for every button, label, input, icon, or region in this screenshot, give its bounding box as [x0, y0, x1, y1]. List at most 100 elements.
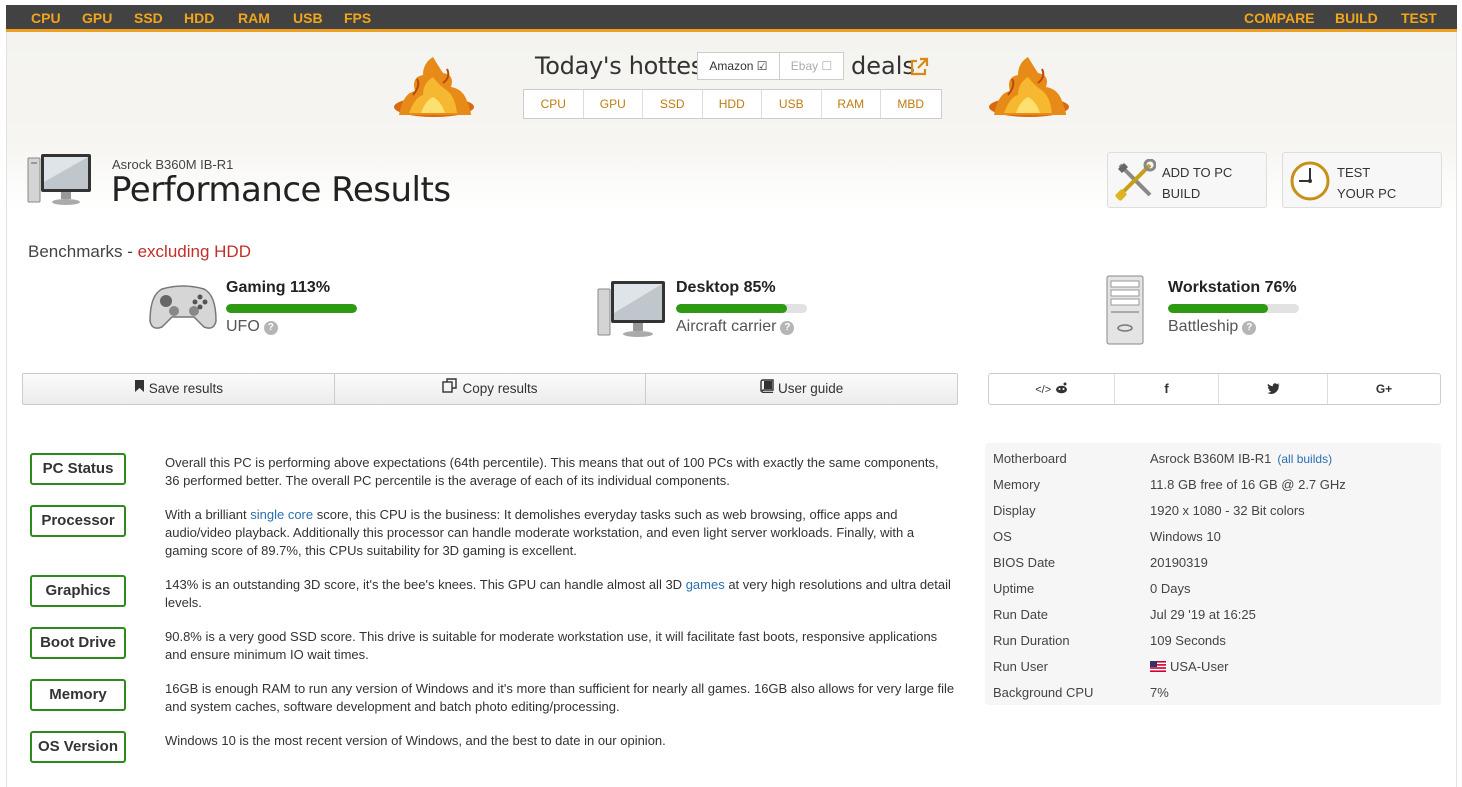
facebook-icon: f — [1164, 381, 1169, 396]
games-link[interactable]: games — [686, 577, 725, 592]
save-results-button[interactable]: Save results — [23, 374, 335, 404]
spec-value: 0 Days — [1150, 581, 1191, 596]
help-icon[interactable]: ? — [263, 321, 278, 335]
desktop-bar-fill — [676, 304, 788, 313]
deal-tab-mbd[interactable]: MBD — [881, 90, 941, 118]
graphics-tag[interactable]: Graphics — [30, 575, 126, 607]
deal-tab-ssd[interactable]: SSD — [643, 90, 703, 118]
memory-text: 16GB is enough RAM to run any version of… — [165, 681, 955, 714]
help-icon[interactable]: ? — [1242, 321, 1257, 335]
twitter-icon — [1266, 383, 1279, 394]
spec-value: 109 Seconds — [1150, 633, 1226, 648]
memory-tag[interactable]: Memory — [30, 679, 126, 711]
spec-key: Run Date — [993, 607, 1048, 622]
all-builds-link[interactable]: (all builds) — [1277, 452, 1332, 466]
deal-category-tabs: CPU GPU SSD HDD USB RAM MBD — [523, 89, 942, 119]
os-version-text: Windows 10 is the most recent version of… — [165, 733, 666, 748]
graphics-text-a: 143% is an outstanding 3D score, it's th… — [165, 577, 686, 592]
nav-ssd[interactable]: SSD — [134, 10, 163, 26]
test-your-pc-button[interactable]: TEST YOUR PC — [1282, 152, 1442, 208]
add-btn-line1: ADD TO PC — [1162, 165, 1233, 180]
help-icon[interactable]: ? — [780, 321, 795, 335]
workstation-score: Workstation 76% — [1168, 279, 1297, 296]
pc-status-tag[interactable]: PC Status — [30, 453, 126, 485]
user-guide-button[interactable]: User guide — [646, 374, 957, 404]
tools-icon — [1115, 159, 1156, 201]
benchmarks-heading: Benchmarks - excluding HDD — [28, 242, 251, 262]
nav-gpu[interactable]: GPU — [82, 10, 112, 26]
nav-usb[interactable]: USB — [293, 10, 323, 26]
share-google-plus-button[interactable]: G+ — [1328, 374, 1440, 404]
share-embed-reddit-button[interactable]: </> — [989, 374, 1115, 404]
amazon-label: Amazon — [709, 59, 754, 73]
processor-tag[interactable]: Processor — [30, 505, 126, 537]
book-icon — [760, 374, 774, 404]
deal-tab-ram[interactable]: RAM — [822, 90, 881, 118]
graphics-text: 143% is an outstanding 3D score, it's th… — [165, 576, 955, 612]
page-title: Performance Results — [111, 170, 451, 210]
flame-icon — [989, 57, 1069, 117]
deal-tab-usb[interactable]: USB — [762, 90, 822, 118]
deal-tab-cpu[interactable]: CPU — [524, 90, 584, 118]
nav-build[interactable]: BUILD — [1335, 10, 1378, 26]
clock-icon — [1290, 161, 1330, 201]
top-nav: CPU GPU SSD HDD RAM USB FPS COMPARE BUIL… — [6, 5, 1457, 32]
deals-title: Today's hottest — [535, 52, 713, 80]
bookmark-icon — [134, 374, 145, 404]
gamepad-icon — [149, 285, 217, 329]
spec-value: 20190319 — [1150, 555, 1208, 570]
add-to-pc-build-button[interactable]: ADD TO PC BUILD — [1107, 152, 1267, 208]
pc-status-text: Overall this PC is performing above expe… — [165, 455, 939, 488]
spec-key: BIOS Date — [993, 555, 1056, 570]
gaming-bar-fill — [226, 304, 357, 313]
deal-tab-hdd[interactable]: HDD — [703, 90, 762, 118]
workstation-rank-label: Battleship — [1168, 318, 1239, 335]
flame-icon — [394, 57, 474, 117]
copy-results-button[interactable]: Copy results — [335, 374, 647, 404]
workstation-tower-icon — [1106, 275, 1144, 345]
results-toolbar: Save results Copy results User guide — [22, 373, 958, 405]
checkbox-checked-icon: ☑ — [756, 59, 768, 73]
test-btn-line1: TEST — [1337, 165, 1371, 180]
boot-drive-tag[interactable]: Boot Drive — [30, 627, 126, 659]
user-guide-label: User guide — [778, 381, 844, 396]
nav-test[interactable]: TEST — [1401, 10, 1437, 26]
spec-value: USA-User — [1150, 659, 1229, 674]
spec-value: Windows 10 — [1150, 529, 1221, 544]
deal-tab-gpu[interactable]: GPU — [584, 90, 643, 118]
os-version-tag[interactable]: OS Version — [30, 731, 126, 763]
nav-cpu[interactable]: CPU — [31, 10, 61, 26]
motherboard-value: Asrock B360M IB-R1 — [1150, 451, 1272, 466]
external-link-icon[interactable] — [909, 57, 929, 77]
spec-key: Background CPU — [993, 685, 1094, 700]
processor-text-a: With a brilliant — [165, 507, 251, 522]
spec-key: Run User — [993, 659, 1048, 674]
ebay-label: Ebay — [790, 59, 819, 73]
spec-key: Display — [993, 503, 1036, 518]
share-buttons: </> f G+ — [988, 373, 1441, 405]
processor-text: With a brilliant single core score, this… — [165, 506, 955, 560]
spec-value: Jul 29 '19 at 16:25 — [1150, 607, 1256, 622]
single-core-link[interactable]: single core — [250, 507, 313, 522]
run-user-value: USA-User — [1170, 659, 1229, 674]
spec-key: Motherboard — [993, 451, 1067, 466]
us-flag-icon — [1150, 661, 1166, 672]
nav-ram[interactable]: RAM — [238, 10, 270, 26]
save-results-label: Save results — [148, 381, 223, 396]
desktop-pc-icon — [27, 154, 91, 205]
gaming-rank-label: UFO — [226, 318, 260, 335]
workstation-bar-fill — [1168, 304, 1268, 313]
nav-compare[interactable]: COMPARE — [1244, 10, 1315, 26]
copy-icon — [442, 374, 458, 404]
add-to-pc-build-label: ADD TO PC BUILD — [1162, 162, 1232, 204]
nav-hdd[interactable]: HDD — [184, 10, 214, 26]
share-twitter-button[interactable] — [1219, 374, 1328, 404]
gaming-rank: UFO? — [226, 318, 278, 336]
amazon-toggle[interactable]: Amazon ☑ — [697, 52, 780, 80]
desktop-bar — [676, 304, 807, 313]
nav-fps[interactable]: FPS — [344, 10, 371, 26]
share-facebook-button[interactable]: f — [1115, 374, 1219, 404]
spec-key: Run Duration — [993, 633, 1070, 648]
desktop-rank-label: Aircraft carrier — [676, 318, 777, 335]
ebay-toggle[interactable]: Ebay ☐ — [779, 52, 844, 80]
